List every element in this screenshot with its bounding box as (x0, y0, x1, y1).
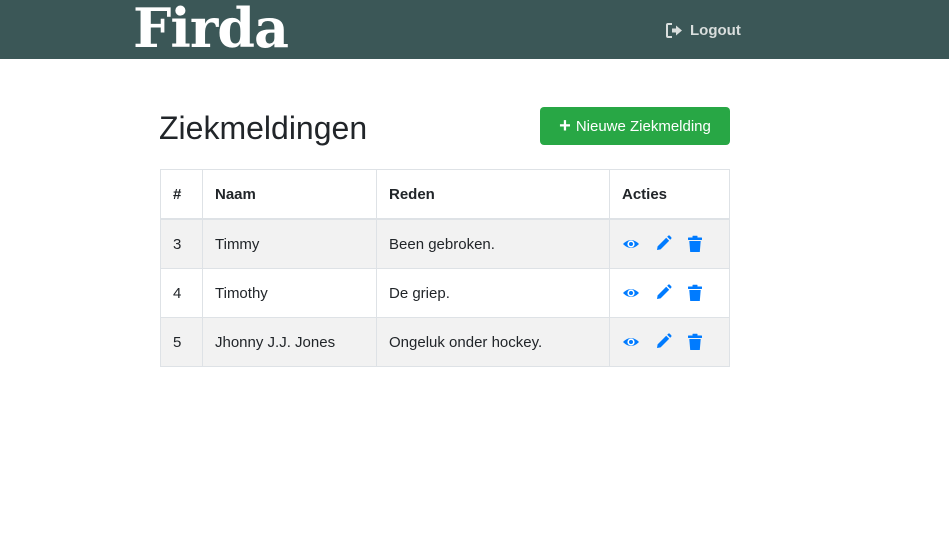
table-row: 3 Timmy Been gebroken. (160, 218, 730, 269)
pencil-icon[interactable] (654, 333, 672, 351)
row-naam: Timothy (202, 268, 377, 318)
pencil-icon[interactable] (654, 235, 672, 253)
eye-icon[interactable] (622, 284, 640, 302)
row-id: 5 (160, 317, 203, 367)
navbar: Firda Logout (0, 0, 949, 60)
firda-logo[interactable]: Firda (133, 0, 289, 60)
ziekmeldingen-table: # Naam Reden Acties 3 Timmy Been gebroken.… (160, 169, 730, 367)
page-title: Ziekmeldingen (159, 110, 368, 146)
logout-link[interactable]: Logout (666, 19, 741, 41)
row-id: 3 (160, 218, 203, 269)
row-actions (609, 218, 730, 269)
row-reden: De griep. (376, 268, 610, 318)
table-row: 4 Timothy De griep. (160, 268, 730, 318)
row-reden: Been gebroken. (376, 218, 610, 269)
logout-label: Logout (690, 21, 741, 39)
row-reden: Ongeluk onder hockey. (376, 317, 610, 367)
trash-icon[interactable] (686, 284, 704, 302)
row-naam: Jhonny J.J. Jones (202, 317, 377, 367)
table-row: 5 Jhonny J.J. Jones Ongeluk onder hockey. (160, 317, 730, 367)
row-actions (609, 268, 730, 318)
table-header-row: # Naam Reden Acties (160, 169, 730, 220)
header-id: # (160, 169, 203, 220)
trash-icon[interactable] (686, 235, 704, 253)
header-acties: Acties (609, 169, 730, 220)
sign-out-icon (666, 22, 683, 38)
pencil-icon[interactable] (654, 284, 672, 302)
trash-icon[interactable] (686, 333, 704, 351)
new-ziekmelding-label: Nieuwe Ziekmelding (575, 117, 711, 135)
header-naam: Naam (202, 169, 377, 220)
header-reden: Reden (376, 169, 610, 220)
eye-icon[interactable] (622, 333, 640, 351)
new-ziekmelding-button[interactable]: + Nieuwe Ziekmelding (540, 107, 730, 145)
plus-icon: + (559, 115, 571, 137)
eye-icon[interactable] (622, 235, 640, 253)
row-actions (609, 317, 730, 367)
row-naam: Timmy (202, 218, 377, 269)
row-id: 4 (160, 268, 203, 318)
